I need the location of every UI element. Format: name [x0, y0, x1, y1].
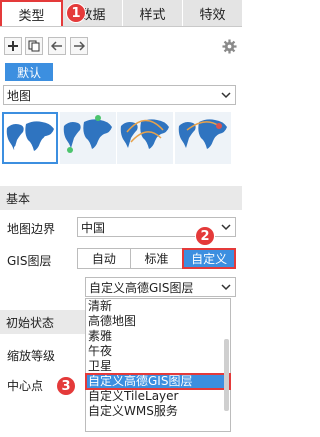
chevron-down-icon: [221, 224, 231, 231]
tab-bar: 类型 数据 样式 特效: [0, 0, 242, 27]
gis-option-auto[interactable]: 自动: [78, 249, 131, 268]
option-custom-wms[interactable]: 自定义WMS服务: [86, 404, 230, 419]
arrow-left-icon[interactable]: [48, 37, 66, 55]
option-satellite[interactable]: 卫星: [86, 359, 230, 374]
gis-option-custom[interactable]: 自定义: [182, 248, 237, 269]
plus-icon[interactable]: [4, 37, 22, 55]
custom-layer-value: 自定义高德GIS图层: [89, 280, 194, 295]
section-basic[interactable]: 基本: [0, 186, 242, 210]
dropdown-scrollbar[interactable]: [224, 339, 229, 411]
map-boundary-label: 地图边界: [7, 222, 56, 236]
chart-type-select[interactable]: 地图: [3, 85, 236, 105]
copy-icon[interactable]: [25, 37, 43, 55]
thumbnail-point-map[interactable]: [2, 112, 58, 164]
thumbnail-area-map[interactable]: [60, 112, 116, 164]
chevron-down-icon: [221, 284, 231, 291]
map-thumbnails: [0, 112, 242, 167]
zoom-level-label: 缩放等级: [7, 349, 56, 363]
option-midnight[interactable]: 午夜: [86, 344, 230, 359]
thumbnail-flow-map[interactable]: [117, 112, 173, 164]
gis-layer-toggle: 自动 标准 自定义: [77, 248, 237, 269]
chevron-down-icon: [221, 92, 231, 99]
default-button[interactable]: 默认: [5, 63, 53, 81]
custom-layer-select[interactable]: 自定义高德GIS图层: [85, 277, 236, 297]
option-custom-tilelayer[interactable]: 自定义TileLayer: [86, 389, 230, 404]
option-elegant[interactable]: 素雅: [86, 329, 230, 344]
tab-style[interactable]: 样式: [123, 0, 183, 26]
step-badge-2: 2: [195, 226, 215, 246]
chart-type-value: 地图: [7, 88, 32, 103]
toolbar: [4, 37, 238, 57]
option-amap[interactable]: 高德地图: [86, 314, 230, 329]
gis-layer-label: GIS图层: [7, 254, 52, 268]
gis-option-standard[interactable]: 标准: [131, 249, 184, 268]
tab-effects[interactable]: 特效: [183, 0, 242, 26]
arrow-right-icon[interactable]: [70, 37, 88, 55]
option-fresh[interactable]: 清新: [86, 299, 230, 314]
option-custom-amap-gis[interactable]: 自定义高德GIS图层: [85, 373, 231, 390]
step-badge-3: 3: [56, 376, 76, 396]
center-point-label: 中心点: [7, 379, 44, 393]
tab-type[interactable]: 类型: [0, 0, 63, 26]
thumbnail-heat-map[interactable]: [175, 112, 231, 164]
gear-icon[interactable]: [220, 37, 238, 55]
step-badge-1: 1: [66, 3, 86, 23]
layer-dropdown: 清新 高德地图 素雅 午夜 卫星 自定义高德GIS图层 自定义TileLayer…: [85, 298, 231, 432]
section-initial-state[interactable]: 初始状态: [0, 310, 85, 334]
map-boundary-value: 中国: [81, 220, 106, 235]
